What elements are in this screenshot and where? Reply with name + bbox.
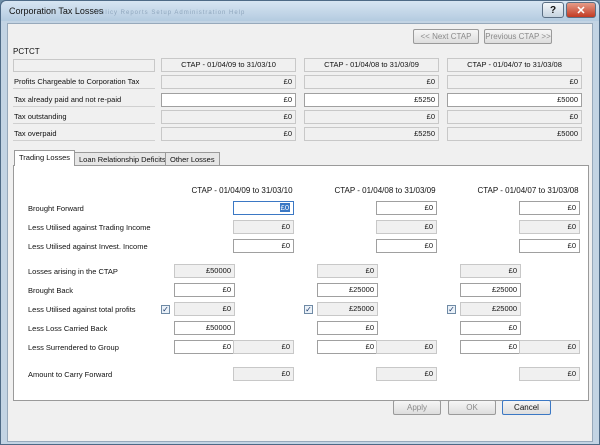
trading-losses-panel: CTAP - 01/04/09 to 31/03/10 CTAP - 01/04… — [13, 165, 589, 401]
utilised-trading-label: Less Utilised against Trading Income — [28, 223, 151, 232]
pctct-row-label: Tax already paid and not re-paid — [13, 93, 155, 107]
carry-forward-value: £0 — [519, 367, 580, 381]
carry-forward-value: £0 — [233, 367, 294, 381]
brought-forward-input[interactable]: £0 — [376, 201, 437, 215]
close-icon: ✕ — [576, 4, 586, 17]
pctct-blank-header — [13, 59, 155, 72]
checkmark-icon: ✓ — [448, 305, 455, 314]
pctct-value: £0 — [161, 127, 296, 141]
pctct-value: £0 — [304, 110, 439, 124]
carry-forward-label: Amount to Carry Forward — [28, 370, 113, 379]
tax-paid-input[interactable]: £5000 — [447, 93, 582, 107]
trading-period-header-2: CTAP - 01/04/08 to 31/03/09 — [334, 186, 436, 195]
tax-paid-input[interactable]: £5250 — [304, 93, 439, 107]
previous-ctap-button[interactable]: Previous CTAP >> — [484, 29, 552, 44]
utilised-total-value: £0 — [174, 302, 235, 316]
apply-button[interactable]: Apply — [393, 400, 441, 415]
pctct-value: £0 — [161, 75, 296, 89]
trading-period-header-1: CTAP - 01/04/09 to 31/03/10 — [191, 186, 293, 195]
surrendered-input[interactable]: £0 — [174, 340, 235, 354]
carried-back-input[interactable]: £50000 — [174, 321, 235, 335]
utilised-invest-label: Less Utilised against Invest. Income — [28, 242, 148, 251]
utilised-invest-input[interactable]: £0 — [376, 239, 437, 253]
pctct-value: £0 — [447, 75, 582, 89]
brought-back-input[interactable]: £0 — [174, 283, 235, 297]
carried-back-input[interactable]: £0 — [317, 321, 378, 335]
pctct-value: £0 — [161, 110, 296, 124]
pctct-period-header-3: CTAP - 01/04/07 to 31/03/08 — [447, 58, 582, 72]
pctct-value: £0 — [447, 110, 582, 124]
brought-back-input[interactable]: £25000 — [317, 283, 378, 297]
pctct-row-label: Profits Chargeable to Corporation Tax — [13, 75, 155, 89]
next-ctap-button[interactable]: << Next CTAP — [413, 29, 479, 44]
surrendered-result: £0 — [519, 340, 580, 354]
utilised-trading-value: £0 — [519, 220, 580, 234]
surrendered-input[interactable]: £0 — [317, 340, 378, 354]
brought-forward-label: Brought Forward — [28, 204, 84, 213]
trading-period-header-3: CTAP - 01/04/07 to 31/03/08 — [477, 186, 579, 195]
pctct-value: £5000 — [447, 127, 582, 141]
help-icon: ? — [549, 4, 557, 16]
pctct-period-header-2: CTAP - 01/04/08 to 31/03/09 — [304, 58, 439, 72]
close-button[interactable]: ✕ — [566, 2, 596, 18]
losses-arising-label: Losses arising in the CTAP — [28, 267, 118, 276]
brought-back-input[interactable]: £25000 — [460, 283, 521, 297]
brought-forward-selection: £0 — [279, 203, 290, 212]
ok-button[interactable]: OK — [448, 400, 496, 415]
pctct-period-header-1: CTAP - 01/04/09 to 31/03/10 — [161, 58, 296, 72]
utilised-total-value: £25000 — [317, 302, 378, 316]
tab-loan-relationship-deficits[interactable]: Loan Relationship Deficits — [74, 152, 171, 166]
carried-back-input[interactable]: £0 — [460, 321, 521, 335]
surrendered-result: £0 — [233, 340, 294, 354]
pctct-value: £5250 — [304, 127, 439, 141]
pctct-section-label: PCTCT — [13, 47, 40, 56]
utilised-total-checkbox[interactable]: ✓ — [447, 305, 456, 314]
checkmark-icon: ✓ — [162, 305, 169, 314]
utilised-trading-value: £0 — [233, 220, 294, 234]
carry-forward-value: £0 — [376, 367, 437, 381]
losses-arising-value: £0 — [317, 264, 378, 278]
utilised-invest-input[interactable]: £0 — [519, 239, 580, 253]
surrendered-result: £0 — [376, 340, 437, 354]
pctct-row-label: Tax outstanding — [13, 110, 155, 124]
pctct-row-label: Tax overpaid — [13, 127, 155, 141]
checkmark-icon: ✓ — [305, 305, 312, 314]
window-title: Corporation Tax Losses — [9, 6, 104, 16]
losses-arising-value: £50000 — [174, 264, 235, 278]
corporation-tax-losses-window: Corporation Tax Losses Policy Reports Se… — [0, 0, 600, 445]
dialog-body: << Next CTAP Previous CTAP >> PCTCT CTAP… — [7, 23, 593, 442]
utilised-total-value: £25000 — [460, 302, 521, 316]
tab-other-losses[interactable]: Other Losses — [165, 152, 220, 166]
brought-back-label: Brought Back — [28, 286, 74, 295]
utilised-total-label: Less Utilised against total profits — [28, 305, 136, 314]
surrendered-label: Less Surrendered to Group — [28, 343, 119, 352]
utilised-total-checkbox[interactable]: ✓ — [304, 305, 313, 314]
utilised-trading-value: £0 — [376, 220, 437, 234]
tax-paid-input[interactable]: £0 — [161, 93, 296, 107]
brought-forward-input[interactable]: £0 — [233, 201, 294, 215]
surrendered-input[interactable]: £0 — [460, 340, 521, 354]
help-button[interactable]: ? — [542, 2, 564, 18]
tab-trading-losses[interactable]: Trading Losses — [14, 150, 75, 166]
title-bar[interactable]: Corporation Tax Losses Policy Reports Se… — [1, 1, 599, 21]
utilised-invest-input[interactable]: £0 — [233, 239, 294, 253]
carried-back-label: Less Loss Carried Back — [28, 324, 108, 333]
pctct-value: £0 — [304, 75, 439, 89]
utilised-total-checkbox[interactable]: ✓ — [161, 305, 170, 314]
brought-forward-input[interactable]: £0 — [519, 201, 580, 215]
losses-arising-value: £0 — [460, 264, 521, 278]
background-menu-ghost: Policy Reports Setup Administration Help — [96, 10, 246, 16]
cancel-button[interactable]: Cancel — [502, 400, 551, 415]
